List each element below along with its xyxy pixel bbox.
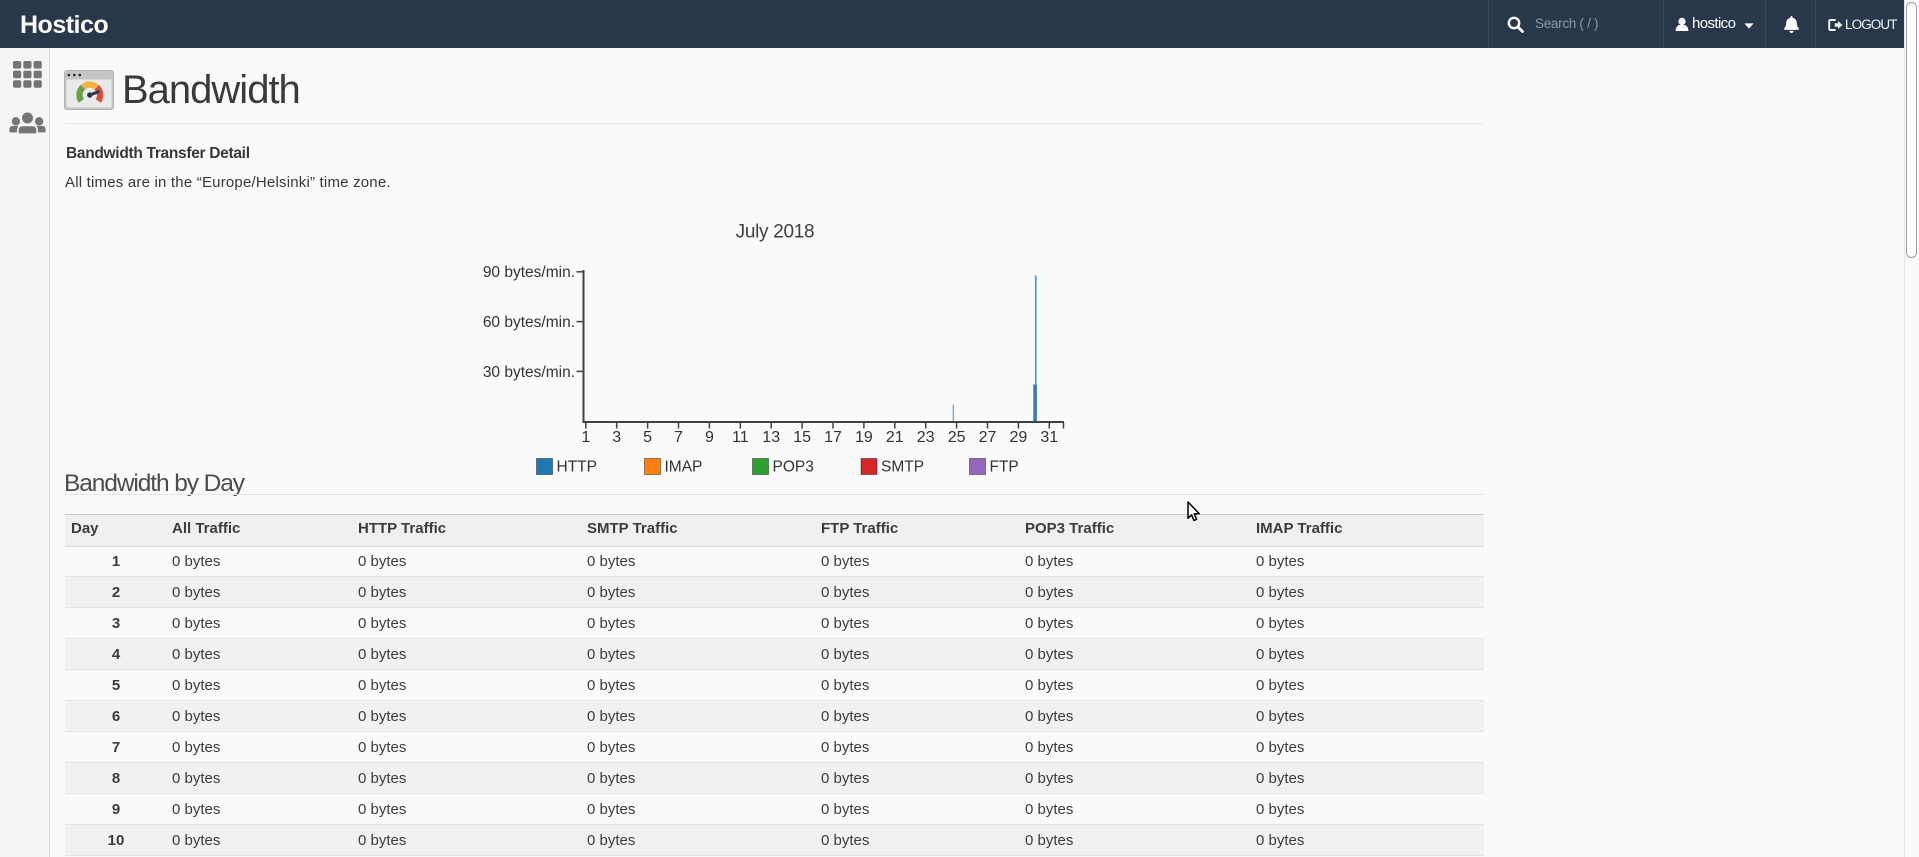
svg-text:July 2018: July 2018 xyxy=(736,222,815,243)
svg-text:9: 9 xyxy=(705,429,714,446)
svg-text:3: 3 xyxy=(612,429,621,446)
svg-text:90 bytes/min.: 90 bytes/min. xyxy=(483,264,575,281)
svg-text:60 bytes/min.: 60 bytes/min. xyxy=(483,314,575,331)
svg-text:19: 19 xyxy=(855,429,873,446)
svg-text:5: 5 xyxy=(643,429,652,446)
svg-text:SMTP: SMTP xyxy=(881,459,924,476)
svg-text:27: 27 xyxy=(979,429,997,446)
svg-text:POP3: POP3 xyxy=(773,459,814,476)
svg-text:7: 7 xyxy=(674,429,683,446)
svg-text:21: 21 xyxy=(886,429,904,446)
svg-text:15: 15 xyxy=(793,429,811,446)
svg-text:IMAP: IMAP xyxy=(665,459,703,476)
svg-text:13: 13 xyxy=(762,429,780,446)
svg-text:30 bytes/min.: 30 bytes/min. xyxy=(483,364,575,381)
svg-text:HTTP: HTTP xyxy=(557,459,597,476)
svg-text:17: 17 xyxy=(824,429,842,446)
svg-text:FTP: FTP xyxy=(990,459,1019,476)
svg-text:11: 11 xyxy=(732,429,749,446)
svg-text:31: 31 xyxy=(1040,429,1058,446)
svg-text:23: 23 xyxy=(917,429,935,446)
svg-text:29: 29 xyxy=(1010,429,1028,446)
svg-text:25: 25 xyxy=(948,429,966,446)
svg-text:1: 1 xyxy=(581,429,590,446)
